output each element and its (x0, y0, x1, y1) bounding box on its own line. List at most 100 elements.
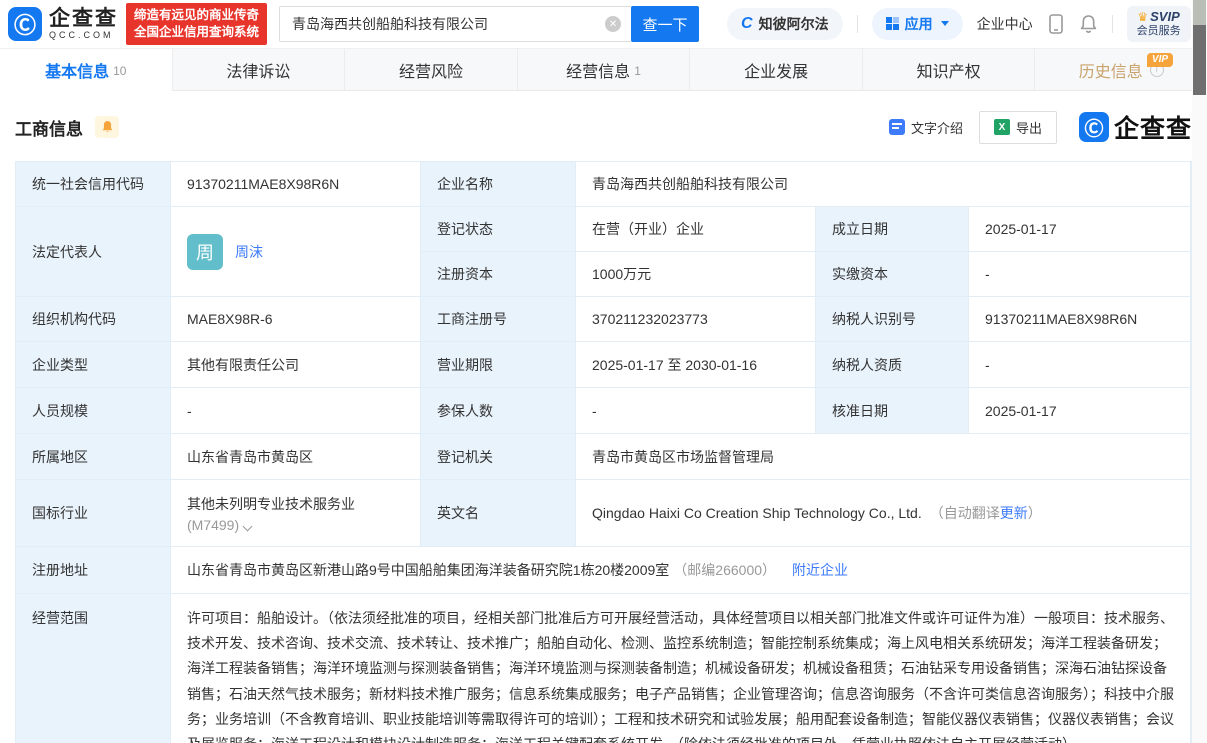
clear-search-icon[interactable]: ✕ (605, 16, 621, 32)
qcc-brand-text: 企查查 (1114, 109, 1192, 145)
reg-capital-label: 注册资本 (421, 252, 576, 297)
tab-count: 1 (634, 64, 641, 78)
scope-value: 许可项目：船舶设计。（依法须经批准的项目，经相关部门批准后方可开展经营活动，具体… (171, 594, 1191, 743)
address-label: 注册地址 (16, 547, 171, 594)
english-name-value: Qingdao Haixi Co Creation Ship Technolog… (576, 480, 1191, 547)
biz-term-value: 2025-01-17 至 2030-01-16 (576, 342, 816, 388)
company-tabs: 基本信息 10 法律诉讼 经营风险 经营信息 1 企业发展 知识产权 VIP 历… (0, 48, 1207, 91)
establish-date-label: 成立日期 (816, 207, 969, 252)
staff-size-value: - (171, 388, 421, 434)
tab-label: 企业发展 (744, 58, 808, 82)
export-label: 导出 (1016, 118, 1042, 137)
company-type-value: 其他有限责任公司 (171, 342, 421, 388)
search-input[interactable] (279, 6, 631, 42)
address-postcode: （邮编266000） (673, 560, 776, 580)
zhibi-alpha-button[interactable]: C 知彼阿尔法 (727, 8, 843, 40)
credit-code-label: 统一社会信用代码 (16, 162, 171, 207)
biz-reg-no-value: 370211232023773 (576, 297, 816, 342)
insured-value: - (576, 388, 816, 434)
search-button[interactable]: 查一下 (631, 6, 699, 42)
tab-history-info[interactable]: VIP 历史信息 i (1035, 49, 1207, 91)
auto-translate-note: （自动翻译更新） (930, 503, 1042, 523)
tab-operation-info[interactable]: 经营信息 1 (518, 49, 691, 91)
export-button[interactable]: X 导出 (979, 111, 1057, 144)
zhibi-alpha-label: 知彼阿尔法 (759, 14, 829, 34)
tab-label: 历史信息 (1079, 58, 1143, 82)
biz-term-label: 营业期限 (421, 342, 576, 388)
tab-intellectual-property[interactable]: 知识产权 (863, 49, 1036, 91)
address-value: 山东省青岛市黄岛区新港山路9号中国船舶集团海洋装备研究院1栋20楼2009室 （… (171, 547, 1191, 594)
svip-label: SVIP (1150, 10, 1180, 25)
paid-capital-value: - (969, 252, 1191, 297)
document-icon (889, 119, 905, 135)
qcc-logo-icon: Ⓒ (1079, 112, 1109, 142)
reg-authority-label: 登记机关 (421, 434, 576, 480)
tab-company-development[interactable]: 企业发展 (690, 49, 863, 91)
top-header: Ⓒ 企查查 QCC.COM 缔造有远见的商业传奇 全国企业信用查询系统 ✕ 查一… (0, 0, 1207, 48)
tab-operation-risk[interactable]: 经营风险 (345, 49, 518, 91)
company-name-value: 青岛海西共创船舶科技有限公司 (576, 162, 1191, 207)
org-code-label: 组织机构代码 (16, 297, 171, 342)
apps-grid-icon (886, 17, 899, 30)
industry-code[interactable]: (M7499) (187, 517, 251, 533)
slogan-line1: 缔造有远见的商业传奇 (134, 7, 259, 24)
svip-member-button[interactable]: ♛ SVIP 会员服务 (1127, 6, 1191, 42)
taxpayer-id-label: 纳税人识别号 (816, 297, 969, 342)
nearby-companies-link[interactable]: 附近企业 (792, 560, 848, 580)
zhibi-alpha-icon: C (741, 15, 753, 33)
legal-rep-label: 法定代表人 (16, 207, 171, 297)
scrollbar-thumb[interactable] (1193, 25, 1206, 95)
enterprise-center-link[interactable]: 企业中心 (977, 14, 1033, 34)
monitor-bell-button[interactable] (95, 116, 119, 138)
crown-icon: ♛ (1137, 11, 1148, 25)
tab-basic-info[interactable]: 基本信息 10 (0, 49, 173, 91)
mobile-app-icon[interactable] (1047, 14, 1065, 34)
reg-status-value: 在营（开业）企业 (576, 207, 816, 252)
staff-size-label: 人员规模 (16, 388, 171, 434)
section-tools: 文字介绍 X 导出 Ⓒ 企查查 (889, 109, 1192, 145)
tab-label: 法律诉讼 (226, 58, 290, 82)
legal-rep-avatar[interactable]: 周 (187, 234, 223, 270)
paid-capital-label: 实缴资本 (816, 252, 969, 297)
header-nav: C 知彼阿尔法 应用 企业中心 ♛ SVIP 会员服务 (727, 6, 1191, 42)
text-intro-button[interactable]: 文字介绍 (889, 118, 963, 137)
qcc-logo-domain: QCC.COM (49, 31, 118, 40)
notification-bell-icon[interactable] (1079, 14, 1098, 34)
scrollbar-track-top (1193, 0, 1206, 25)
industry-value: 其他未列明专业技术服务业 (M7499) (171, 480, 421, 547)
chevron-down-icon (243, 521, 253, 531)
slogan-badge: 缔造有远见的商业传奇 全国企业信用查询系统 (126, 3, 267, 45)
reg-authority-value: 青岛市黄岛区市场监督管理局 (576, 434, 1191, 480)
translate-update-link[interactable]: 更新 (1000, 505, 1028, 521)
excel-icon: X (994, 119, 1010, 135)
scope-label: 经营范围 (16, 594, 171, 743)
svip-sublabel: 会员服务 (1137, 25, 1181, 38)
apps-label: 应用 (905, 14, 933, 34)
tab-label: 知识产权 (917, 58, 981, 82)
insured-label: 参保人数 (421, 388, 576, 434)
tab-legal-litigation[interactable]: 法律诉讼 (173, 49, 346, 91)
divider (1112, 15, 1113, 33)
legal-rep-link[interactable]: 周沫 (235, 242, 263, 262)
taxpayer-qual-label: 纳税人资质 (816, 342, 969, 388)
page-scrollbar[interactable] (1192, 0, 1207, 743)
qcc-logo[interactable]: Ⓒ 企查查 QCC.COM (8, 7, 118, 41)
tab-label: 基本信息 (45, 58, 109, 82)
approval-date-label: 核准日期 (816, 388, 969, 434)
tab-label: 经营风险 (399, 58, 463, 82)
company-type-label: 企业类型 (16, 342, 171, 388)
establish-date-value: 2025-01-17 (969, 207, 1191, 252)
taxpayer-id-value: 91370211MAE8X98R6N (969, 297, 1191, 342)
credit-code-value: 91370211MAE8X98R6N (171, 162, 421, 207)
text-intro-label: 文字介绍 (911, 118, 963, 137)
region-label: 所属地区 (16, 434, 171, 480)
section-title: 工商信息 (15, 115, 83, 140)
chevron-down-icon (941, 21, 949, 26)
taxpayer-qual-value: - (969, 342, 1191, 388)
company-name-label: 企业名称 (421, 162, 576, 207)
apps-menu-button[interactable]: 应用 (872, 8, 963, 40)
slogan-line2: 全国企业信用查询系统 (134, 24, 259, 41)
reg-capital-value: 1000万元 (576, 252, 816, 297)
qcc-logo-icon: Ⓒ (8, 7, 42, 41)
org-code-value: MAE8X98R-6 (171, 297, 421, 342)
